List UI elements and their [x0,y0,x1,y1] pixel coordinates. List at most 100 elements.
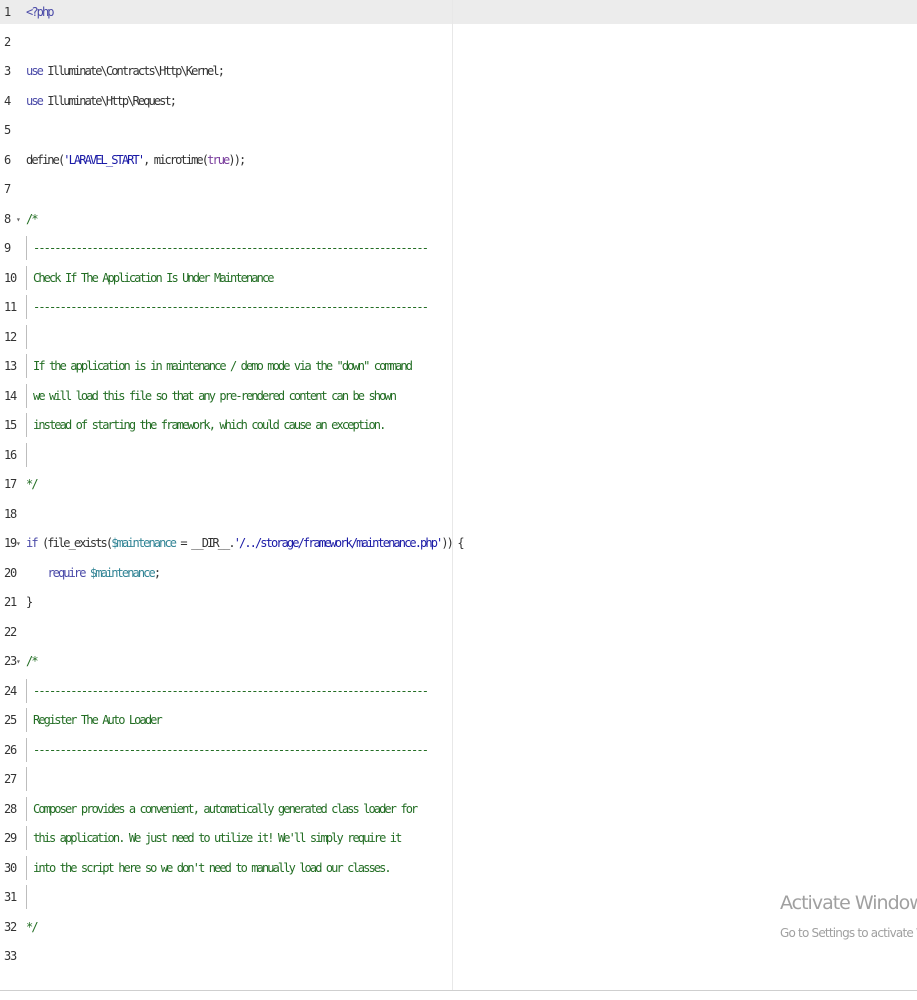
line-number: 18 [4,506,17,521]
code-line[interactable]: 8 ▾/* [0,207,917,237]
fold-arrow-icon[interactable]: ▾ [16,650,21,674]
code-line[interactable]: 9 ---------------------------------------… [0,236,917,266]
code-text: ----------------------------------------… [26,236,429,260]
comment-indent-bar [26,442,27,467]
code-token: instead of starting the framework, which… [33,418,386,432]
code-line[interactable]: 28 Composer provides a convenient, automa… [0,796,917,827]
line-number: 7 [4,182,11,196]
comment-indent-bar [26,767,27,791]
comment-indent-bar [26,678,27,703]
code-line[interactable]: 1 <?php [0,0,917,30]
code-line[interactable]: 15 instead of starting the framework, whi… [0,413,917,443]
code-token: )) { [441,536,464,550]
code-text [26,767,33,791]
code-text: instead of starting the framework, which… [26,413,386,437]
code-line[interactable]: 10 Check If The Application Is Under Main… [0,265,917,296]
code-token: Illuminate\Http\Request; [41,93,177,108]
code-token: = __DIR__. [175,536,235,550]
code-text: Composer provides a convenient, automati… [26,796,418,821]
code-token: use [26,93,44,108]
code-line[interactable]: 6 define('LARAVEL_START', microtime(true)… [0,148,917,178]
code-text: define('LARAVEL_START', microtime(true))… [26,148,246,172]
comment-indent-bar [26,383,27,408]
code-line[interactable]: 14 we will load this file so that any pre… [0,383,917,414]
code-line[interactable]: 4 use Illuminate\Http\Request; [0,89,917,119]
code-token: into the script here so we don't need to… [33,860,392,875]
code-text: */ [26,472,38,496]
code-token: require [47,565,86,580]
code-token: '/../storage/framework/maintenance.php' [233,536,444,550]
code-line[interactable]: 33 [0,944,917,974]
code-token: Composer provides a convenient, automati… [33,801,418,816]
code-token: ----------------------------------------… [33,241,429,255]
code-line[interactable]: 12 [0,324,917,355]
activate-windows-watermark: Activate Windows Go to Settings to activ… [780,888,917,948]
code-text: use Illuminate\Http\Request; [26,89,177,113]
code-token: <?php [26,5,54,19]
code-line[interactable]: 22 [0,620,917,650]
code-token: use [26,64,44,78]
code-line[interactable]: 21} [0,590,917,620]
code-text: */ [26,915,38,939]
code-text: this application. We just need to utiliz… [26,826,402,850]
code-token: ; [153,565,161,580]
code-token: )); [228,152,246,167]
comment-indent-bar [26,708,27,732]
code-line[interactable]: 7 [0,177,917,207]
code-text: Check If The Application Is Under Mainte… [26,265,275,290]
code-text: ----------------------------------------… [26,295,429,319]
code-line[interactable]: 26 --------------------------------------… [0,737,917,768]
comment-indent-bar [26,413,27,437]
code-token: Check If The Application Is Under Mainte… [33,270,275,285]
comment-indent-bar [26,737,27,762]
code-token: $maintenance [89,565,156,580]
line-number: 5 [4,123,11,137]
comment-indent-bar [26,826,27,850]
code-line[interactable]: 3 use Illuminate\Contracts\Http\Kernel; [0,59,917,89]
code-text: ----------------------------------------… [26,737,429,762]
code-line[interactable]: 27 [0,767,917,797]
code-text [26,885,33,909]
code-line[interactable]: 25 Register The Auto Loader [0,708,917,738]
code-token: ----------------------------------------… [33,683,429,698]
code-line[interactable]: 19 ▾ if (file_exists($maintenance = __DIR_… [0,531,917,561]
code-text: into the script here so we don't need to… [26,855,392,880]
code-line[interactable]: 29 this application. We just need to util… [0,826,917,856]
code-token: this application. We just need to utiliz… [33,831,402,845]
fold-arrow-icon[interactable]: ▾ [16,532,21,556]
watermark-subtitle: Go to Settings to activate Windows. [780,926,917,940]
code-text: ----------------------------------------… [26,678,429,703]
code-line[interactable]: 30 into the script here so we don't need … [0,855,917,886]
code-line[interactable]: 11 --------------------------------------… [0,295,917,325]
code-token: , microtime( [143,152,209,167]
code-line[interactable]: 13 If the application is in maintenance /… [0,354,917,384]
code-token: ----------------------------------------… [33,300,429,314]
code-token: ----------------------------------------… [33,742,429,757]
code-token: If the application is in maintenance / d… [33,359,413,373]
code-line[interactable]: 5 [0,118,917,148]
code-line[interactable]: 18 [0,502,917,532]
line-number: 33 [4,949,17,963]
code-text [26,442,33,467]
code-token: if [26,536,38,550]
code-line[interactable]: 20 require $maintenance; [0,561,917,591]
code-text: } [26,590,33,614]
code-line[interactable]: 23 ▾/* [0,649,917,679]
code-token: */ [26,919,38,934]
code-editor[interactable]: 1 <?php 2 3 use Illuminate\Contracts\Http\Ke… [0,0,917,1000]
code-lines[interactable]: 1 <?php 2 3 use Illuminate\Contracts\Http\Ke… [0,0,917,992]
code-line[interactable]: 17 */ [0,472,917,502]
code-line[interactable]: 16 [0,442,917,473]
fold-arrow-icon[interactable]: ▾ [16,208,21,232]
code-text: /* [26,649,38,673]
code-line[interactable]: 2 [0,30,917,60]
line-number: 2 [4,34,11,49]
code-token: (file_exists( [36,536,113,550]
code-token: /* [26,654,38,668]
code-text [26,324,33,349]
code-text: require $maintenance; [26,561,161,585]
watermark-title: Activate Windows [780,892,917,914]
code-line[interactable]: 24 --------------------------------------… [0,678,917,709]
comment-indent-bar [26,295,27,319]
comment-indent-bar [26,855,27,880]
